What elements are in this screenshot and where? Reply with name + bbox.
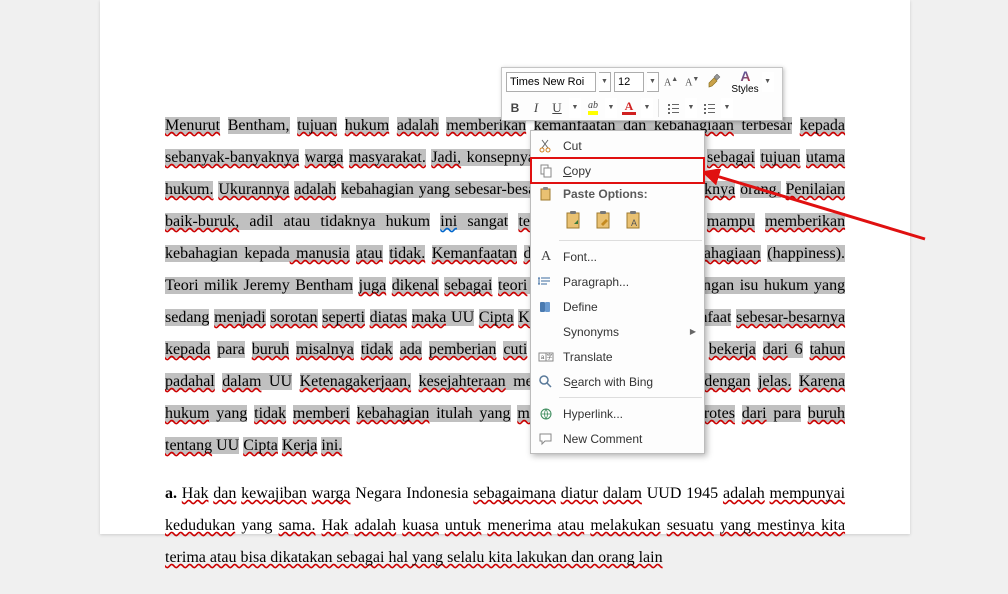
numbering-dropdown[interactable]: ▼ <box>721 98 733 118</box>
menu-translate-label: Translate <box>563 350 696 364</box>
paste-merge-formatting[interactable] <box>591 207 617 233</box>
menu-font[interactable]: A Font... <box>531 244 704 269</box>
numbering-button[interactable] <box>700 98 718 118</box>
paste-icon <box>537 185 555 203</box>
comment-icon <box>537 430 555 448</box>
context-menu: Cut Copy Paste Options: A A Font... Para… <box>530 130 705 454</box>
menu-font-label: Font... <box>563 250 696 264</box>
define-icon <box>537 298 555 316</box>
paragraph-icon <box>537 273 555 291</box>
menu-define[interactable]: Define <box>531 294 704 319</box>
menu-define-label: Define <box>563 300 696 314</box>
menu-copy-label: Copy <box>563 164 696 178</box>
paste-text-only[interactable]: A <box>621 207 647 233</box>
synonyms-icon <box>537 323 555 341</box>
submenu-arrow-icon: ▶ <box>690 327 696 336</box>
bullets-dropdown[interactable]: ▼ <box>685 98 697 118</box>
font-name-dropdown[interactable]: ▼ <box>599 72 611 92</box>
menu-cut[interactable]: Cut <box>531 133 704 158</box>
font-name-input[interactable] <box>506 72 596 92</box>
menu-cut-label: Cut <box>563 139 696 153</box>
font-size-dropdown[interactable]: ▼ <box>647 72 659 92</box>
highlight-dropdown[interactable]: ▼ <box>605 98 617 118</box>
menu-synonyms-label: Synonyms <box>563 325 682 339</box>
font-color-button[interactable]: A <box>620 98 638 118</box>
svg-text:A: A <box>631 218 637 228</box>
italic-button[interactable]: I <box>527 98 545 118</box>
menu-search-bing[interactable]: Search with Bing <box>531 369 704 394</box>
paste-options-row: A <box>531 205 704 237</box>
menu-hyperlink[interactable]: Hyperlink... <box>531 401 704 426</box>
hyperlink-icon <box>537 405 555 423</box>
menu-synonyms[interactable]: Synonyms ▶ <box>531 319 704 344</box>
menu-paragraph[interactable]: Paragraph... <box>531 269 704 294</box>
paste-keep-source[interactable] <box>561 207 587 233</box>
highlight-button[interactable]: ab <box>584 98 602 118</box>
mini-toolbar: ▼ ▼ A▲ A▼ A Styles ▼ B I U ▼ ab ▼ A ▼ ▼ … <box>501 67 783 121</box>
menu-copy[interactable]: Copy <box>531 158 704 183</box>
paragraph-2[interactable]: a. Hak dan kewajiban warga Negara Indone… <box>165 478 845 574</box>
menu-new-comment[interactable]: New Comment <box>531 426 704 451</box>
translate-icon: a字 <box>537 348 555 366</box>
search-icon <box>537 373 555 391</box>
format-painter-button[interactable] <box>704 72 724 92</box>
underline-dropdown[interactable]: ▼ <box>569 98 581 118</box>
menu-search-bing-label: Search with Bing <box>563 375 696 389</box>
menu-translate[interactable]: a字 Translate <box>531 344 704 369</box>
svg-text:字: 字 <box>546 353 552 361</box>
paragraph-1[interactable]: Menurut Bentham, tujuan hukum adalah mem… <box>165 110 845 462</box>
menu-hyperlink-label: Hyperlink... <box>563 407 696 421</box>
shrink-font-button[interactable]: A▼ <box>683 72 701 92</box>
bold-button[interactable]: B <box>506 98 524 118</box>
bullets-button[interactable] <box>664 98 682 118</box>
font-color-dropdown[interactable]: ▼ <box>641 98 653 118</box>
styles-dropdown[interactable]: ▼ <box>762 72 774 92</box>
font-size-input[interactable] <box>614 72 644 92</box>
cut-icon <box>537 137 555 155</box>
styles-button[interactable]: A Styles <box>731 68 758 95</box>
menu-paragraph-label: Paragraph... <box>563 275 696 289</box>
font-icon: A <box>537 248 555 266</box>
underline-button[interactable]: U <box>548 98 566 118</box>
grow-font-button[interactable]: A▲ <box>662 72 680 92</box>
menu-new-comment-label: New Comment <box>563 432 696 446</box>
paste-options-header: Paste Options: <box>531 183 704 205</box>
styles-label: Styles <box>731 84 758 95</box>
copy-icon <box>537 162 555 180</box>
